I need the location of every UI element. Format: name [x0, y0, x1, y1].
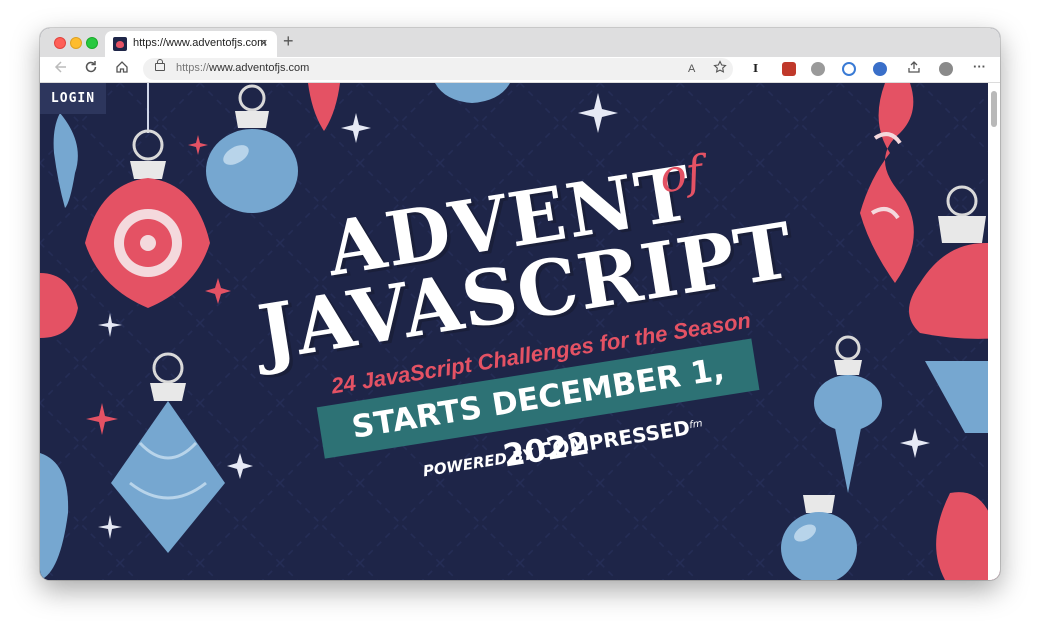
favicon-icon — [113, 37, 127, 51]
tab-bar: https://www.adventofjs.com × + — [40, 28, 1000, 57]
tab-close-button[interactable]: × — [260, 35, 268, 50]
browser-window: https://www.adventofjs.com × + https://w… — [40, 28, 1000, 580]
address-bar[interactable]: https://www.adventofjs.com A — [143, 58, 733, 80]
extension-i-icon[interactable]: I — [753, 60, 758, 78]
zoom-window-button[interactable] — [86, 37, 98, 49]
tab-adventofjs[interactable]: https://www.adventofjs.com × — [105, 31, 277, 57]
minimize-window-button[interactable] — [70, 37, 82, 49]
web-page: LOGIN ADVENT of JAVASCRIPT 24 JavaScript… — [40, 83, 1000, 580]
browser-toolbar: https://www.adventofjs.com A I ··· — [40, 57, 1000, 83]
scrollbar-thumb[interactable] — [991, 91, 997, 127]
avatar[interactable] — [939, 62, 953, 76]
refresh-icon[interactable] — [84, 60, 98, 78]
back-arrow-icon[interactable] — [54, 60, 68, 78]
home-icon[interactable] — [115, 60, 129, 78]
extension-circle-icon[interactable] — [842, 62, 856, 76]
url-text: https://www.adventofjs.com — [176, 62, 310, 74]
extension-gray-icon[interactable] — [811, 62, 825, 76]
more-menu-icon[interactable]: ··· — [973, 58, 986, 76]
login-button[interactable]: LOGIN — [40, 83, 106, 114]
scrollbar[interactable] — [988, 83, 1000, 580]
close-window-button[interactable] — [54, 37, 66, 49]
lock-icon — [155, 59, 165, 71]
share-icon[interactable] — [907, 60, 921, 78]
favorites-star-icon[interactable] — [713, 60, 727, 78]
tab-title: https://www.adventofjs.com — [133, 37, 267, 49]
read-aloud-icon[interactable]: A — [688, 60, 695, 78]
new-tab-button[interactable]: + — [283, 31, 294, 52]
extension-blue-icon[interactable] — [873, 62, 887, 76]
title-of: of — [656, 146, 707, 204]
extension-shield-icon[interactable] — [782, 62, 796, 76]
